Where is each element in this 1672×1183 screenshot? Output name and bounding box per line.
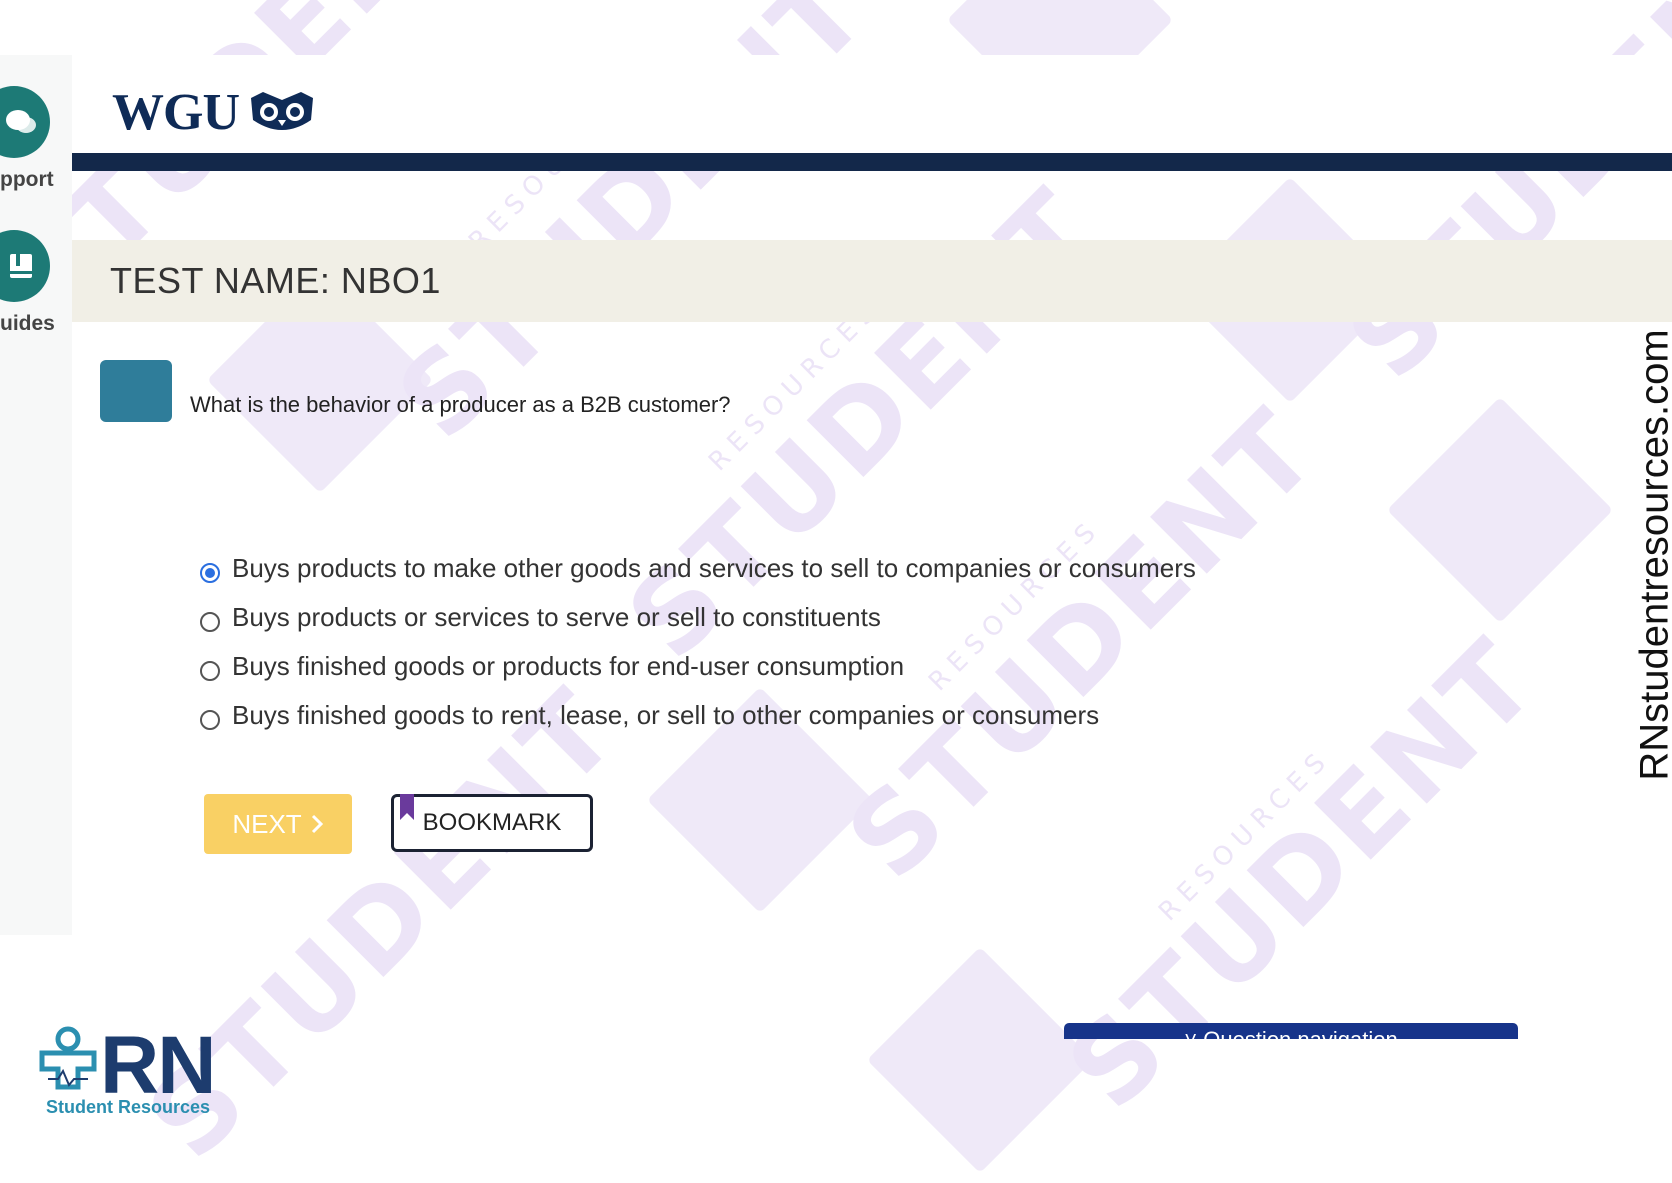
rn-student-resources-logo: RN Student Resources: [28, 1025, 108, 1102]
nurse-logo-icon: [28, 1025, 108, 1097]
rn-letters: RN: [100, 1025, 214, 1107]
book-icon: [7, 251, 35, 281]
answer-options: Buys products to make other goods and se…: [200, 544, 1196, 740]
answer-option[interactable]: Buys products to make other goods and se…: [200, 544, 1196, 593]
question-text: What is the behavior of a producer as a …: [190, 392, 731, 418]
answer-option[interactable]: Buys finished goods to rent, lease, or s…: [200, 691, 1196, 740]
option-label[interactable]: Buys finished goods to rent, lease, or s…: [232, 700, 1099, 731]
site-url-text: RNstudentresources.com: [1633, 329, 1672, 780]
logo-text: WGU: [112, 83, 239, 142]
question-flag-icon: [100, 360, 172, 422]
chat-bubble-icon: [4, 107, 38, 137]
answer-option[interactable]: Buys finished goods or products for end-…: [200, 642, 1196, 691]
rn-subtitle: Student Resources: [46, 1097, 210, 1118]
chevron-right-icon: [310, 814, 324, 834]
bookmark-button[interactable]: BOOKMARK: [391, 794, 593, 852]
header-bar: [72, 153, 1672, 171]
option-label[interactable]: Buys finished goods or products for end-…: [232, 651, 904, 682]
next-label: NEXT: [232, 809, 301, 840]
radio-button[interactable]: [200, 661, 220, 681]
watermark-shape: [867, 947, 1093, 1173]
radio-button[interactable]: [200, 710, 220, 730]
test-name: TEST NAME: NBO1: [110, 260, 441, 302]
site-url-vertical: RNstudentresources.com: [1635, 300, 1672, 810]
guides-label[interactable]: uides: [0, 312, 55, 336]
radio-button[interactable]: [200, 563, 220, 583]
owl-icon: [247, 90, 317, 136]
question-navigation-label[interactable]: ˅ Question navigation: [1184, 1027, 1397, 1039]
test-name-banner: TEST NAME: NBO1: [72, 240, 1672, 322]
bookmark-icon: [400, 794, 414, 820]
header: WGU: [72, 55, 1672, 155]
wgu-logo: WGU: [112, 83, 317, 142]
support-label[interactable]: pport: [0, 168, 54, 192]
watermark-sub: RESOURCES: [1153, 743, 1337, 927]
question-navigation-toggle[interactable]: ˅ Question navigation: [1064, 1023, 1518, 1039]
next-button[interactable]: NEXT: [204, 794, 352, 854]
watermark-shape: [1387, 397, 1613, 623]
option-label[interactable]: Buys products or services to serve or se…: [232, 602, 881, 633]
option-label[interactable]: Buys products to make other goods and se…: [232, 553, 1196, 584]
answer-option[interactable]: Buys products or services to serve or se…: [200, 593, 1196, 642]
radio-button[interactable]: [200, 612, 220, 632]
bookmark-label: BOOKMARK: [423, 809, 562, 837]
